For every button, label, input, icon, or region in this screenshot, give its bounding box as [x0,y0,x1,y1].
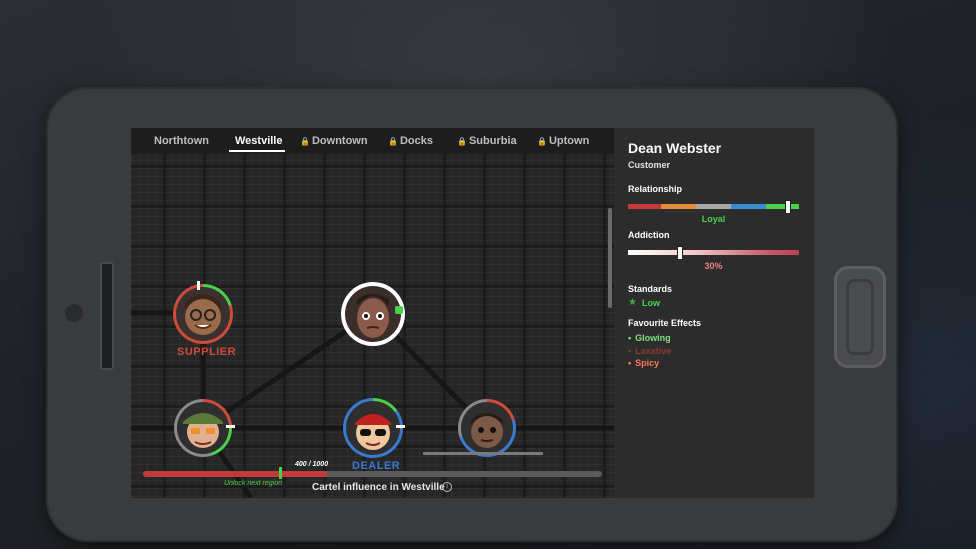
info-icon[interactable]: i [442,482,452,492]
standards-heading: Standards [628,284,673,294]
customer-avatar-left[interactable] [177,402,229,454]
supplier-avatar[interactable] [176,287,230,341]
standards-value: Low [642,298,660,308]
customer-face-right-icon [471,413,503,448]
addiction-heading: Addiction [628,230,670,240]
lock-icon: 🔒 [388,137,398,146]
tab-suburbia[interactable]: 🔒 Suburbia [457,135,517,147]
dealer-tick [396,425,405,428]
dealer-face-icon [355,414,391,450]
phone-camera [65,304,83,322]
map-scrollbar[interactable] [608,208,612,308]
addiction-marker [677,246,683,260]
tab-docks[interactable]: 🔒 Docks [388,135,433,147]
selected-customer-avatar[interactable] [345,286,401,342]
lock-icon: 🔒 [457,137,467,146]
relationship-bar [628,204,799,209]
relationship-heading: Relationship [628,184,683,194]
tab-westville[interactable]: Westville [235,135,283,147]
customer-avatar-right[interactable] [461,402,513,454]
tab-uptown[interactable]: 🔒 Uptown [537,135,589,147]
customer-role: Customer [628,160,671,170]
phone-home-button[interactable] [834,266,886,368]
phone-side-slot [100,262,114,370]
effect-item: • Glowing [628,333,671,343]
supplier-face-icon [185,294,221,335]
customer-face-icon [357,294,389,338]
effect-item: • Spicy [628,358,660,368]
dealer-avatar[interactable] [346,401,400,455]
effect-item: • Laxative [628,346,672,356]
node-underline [423,452,543,455]
unlock-next-region-label: Unlock next region [224,480,282,487]
favourite-effects-heading: Favourite Effects [628,318,702,328]
relationship-marker [785,200,791,214]
addiction-value: 30% [704,261,723,271]
customer-name: Dean Webster [628,140,722,156]
tab-downtown[interactable]: 🔒 Downtown [300,135,368,147]
unlock-threshold-marker [279,467,282,479]
lock-icon: 🔒 [537,137,547,146]
active-tab-underline [229,150,285,152]
lock-icon: 🔒 [300,137,310,146]
addiction-bar [628,250,799,255]
influence-progress-fill [143,471,327,477]
selected-loyalty-tick [395,306,403,314]
customer-detail-panel: Dean Webster Customer Relationship Loyal… [614,128,814,498]
cartel-influence-label: Cartel influence in Westville [312,482,445,493]
region-tabs: Northtown Westville 🔒 Downtown 🔒 Docks 🔒 Su… [131,128,614,154]
bucket-hat-face-icon [183,413,223,448]
relationship-value: Loyal [701,214,726,224]
supplier-label: SUPPLIER [177,346,237,358]
customer-tick-left [226,425,235,428]
tab-northtown[interactable]: Northtown [154,135,209,147]
supplier-tick [197,281,200,290]
phone-screen: SUPPLIER DEALER Northtown Westville 🔒 Do… [131,128,814,498]
star-icon: ★ [628,297,637,308]
influence-count: 400 / 1000 [295,461,329,468]
